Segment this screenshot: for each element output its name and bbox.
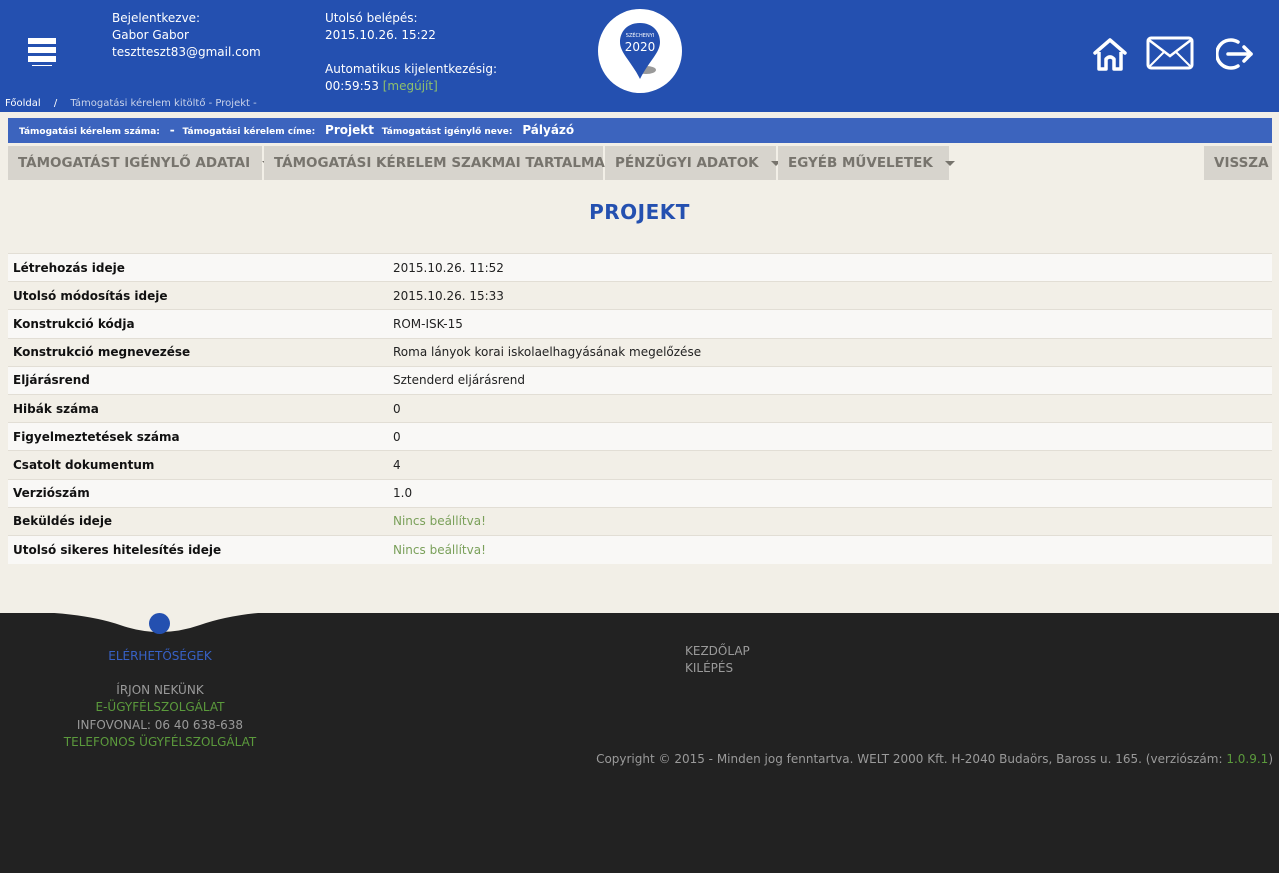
auto-logout-timer: 00:59:53 bbox=[325, 79, 379, 93]
row-value: Nincs beállítva! bbox=[388, 534, 1272, 564]
row-value: ROM-ISK-15 bbox=[388, 309, 1272, 339]
footer-logout-link[interactable]: KILÉPÉS bbox=[685, 660, 733, 677]
applicant-name-value: Pályázó bbox=[522, 123, 575, 137]
auto-logout-label: Automatikus kijelentkezésig: bbox=[325, 62, 498, 76]
logged-in-label: Bejelentkezve: bbox=[112, 11, 201, 25]
table-row: Konstrukció megnevezése Roma lányok korai… bbox=[8, 337, 1272, 367]
write-us-link[interactable]: ÍRJON NEKÜNK bbox=[0, 682, 320, 699]
row-key: Figyelmeztetések száma bbox=[8, 422, 388, 451]
logout-icon[interactable] bbox=[1215, 36, 1256, 76]
table-row: Hibák száma 0 bbox=[8, 393, 1272, 423]
table-row: Figyelmeztetések száma 0 bbox=[8, 422, 1272, 451]
row-value: 0 bbox=[388, 422, 1272, 451]
row-value: 4 bbox=[388, 450, 1272, 479]
row-value: 2015.10.26. 15:33 bbox=[388, 281, 1272, 310]
e-service-link[interactable]: E-ÜGYFÉLSZOLGÁLAT bbox=[0, 699, 320, 716]
auto-logout-info: Automatikus kijelentkezésig: 00:59:53 [m… bbox=[325, 61, 497, 95]
application-number-label: Támogatási kérelem száma: bbox=[19, 127, 160, 137]
top-header: Bejelentkezve: Gabor Gabor tesztteszt83@… bbox=[0, 0, 1279, 95]
table-row: Utolsó sikeres hitelesítés ideje Nincs be… bbox=[8, 534, 1272, 564]
footer-home-link[interactable]: KEZDŐLAP bbox=[685, 643, 750, 660]
renew-session-link[interactable]: [megújít] bbox=[383, 79, 438, 93]
copyright-end: ) bbox=[1268, 752, 1273, 766]
breadcrumb-home-link[interactable]: Főoldal bbox=[5, 98, 41, 109]
home-icon[interactable] bbox=[1092, 36, 1128, 76]
phone-service-link[interactable]: TELEFONOS ÜGYFÉLSZOLGÁLAT bbox=[0, 734, 320, 751]
user-name: Gabor Gabor bbox=[112, 28, 189, 42]
application-number-value: - bbox=[169, 123, 175, 137]
row-key: Konstrukció megnevezése bbox=[8, 337, 388, 367]
row-value: 2015.10.26. 11:52 bbox=[388, 252, 1272, 282]
table-row: Csatolt dokumentum 4 bbox=[8, 450, 1272, 479]
row-key: Utolsó módosítás ideje bbox=[8, 281, 388, 310]
table-row: Konstrukció kódja ROM-ISK-15 bbox=[8, 309, 1272, 339]
infoline-text: INFOVONAL: 06 40 638-638 bbox=[76, 718, 244, 732]
table-row: Verziószám 1.0 bbox=[8, 478, 1272, 508]
menu-item-label: Támogatást igénylő adatai bbox=[18, 155, 251, 171]
row-key: Konstrukció kódja bbox=[8, 309, 388, 339]
page-footer: ELÉRHETŐSÉGEK ÍRJON NEKÜNK E-ÜGYFÉLSZOLG… bbox=[0, 611, 1279, 873]
table-row: Eljárásrend Sztenderd eljárásrend bbox=[8, 365, 1272, 395]
last-login-info: Utolsó belépés: 2015.10.26. 15:22 bbox=[325, 10, 436, 44]
logged-in-info: Bejelentkezve: Gabor Gabor tesztteszt83@… bbox=[112, 10, 261, 61]
menu-financial-data[interactable]: Pénzügyi adatok bbox=[605, 146, 781, 180]
last-login-label: Utolsó belépés: bbox=[325, 11, 418, 25]
menu-item-label: Pénzügyi adatok bbox=[615, 155, 759, 171]
menu-item-label: Egyéb műveletek bbox=[788, 155, 933, 171]
menu-applicant-data[interactable]: Támogatást igénylő adatai bbox=[8, 146, 273, 180]
menu-other-actions[interactable]: Egyéb műveletek bbox=[778, 146, 955, 180]
menu-professional-content[interactable]: Támogatási kérelem szakmai tartalma bbox=[264, 146, 627, 180]
logo-year-text: 2020 bbox=[625, 40, 656, 54]
version-number: 1.0.9.1 bbox=[1226, 752, 1269, 766]
footer-dot-icon bbox=[149, 613, 170, 634]
row-value: Sztenderd eljárásrend bbox=[388, 365, 1272, 395]
row-value: 1.0 bbox=[388, 478, 1272, 508]
row-key: Utolsó sikeres hitelesítés ideje bbox=[8, 534, 388, 564]
szechenyi-2020-logo: SZÉCHENYI 2020 bbox=[598, 9, 682, 93]
logo-top-text: SZÉCHENYI bbox=[626, 31, 654, 39]
row-key: Beküldés ideje bbox=[8, 506, 388, 536]
row-key: Verziószám bbox=[8, 478, 388, 508]
row-key: Hibák száma bbox=[8, 393, 388, 423]
breadcrumb-current: Támogatási kérelem kitöltő - Projekt - bbox=[70, 98, 257, 109]
table-row: Beküldés ideje Nincs beállítva! bbox=[8, 506, 1272, 536]
copyright-main: Copyright © 2015 - Minden jog fenntartva… bbox=[596, 752, 1227, 766]
main-menu-bar: Támogatást igénylő adatai Támogatási kér… bbox=[8, 146, 1272, 180]
user-email: tesztteszt83@gmail.com bbox=[112, 45, 261, 59]
row-key: Csatolt dokumentum bbox=[8, 450, 388, 479]
logo-pin-icon: SZÉCHENYI 2020 bbox=[620, 23, 660, 79]
table-row: Létrehozás ideje 2015.10.26. 11:52 bbox=[8, 252, 1272, 282]
row-value: Roma lányok korai iskolaelhagyásának meg… bbox=[388, 337, 1272, 367]
chevron-down-icon bbox=[944, 160, 955, 166]
last-login-value: 2015.10.26. 15:22 bbox=[325, 28, 436, 42]
breadcrumb: Főoldal / Támogatási kérelem kitöltő - P… bbox=[0, 95, 1279, 112]
row-key: Eljárásrend bbox=[8, 365, 388, 395]
table-row: Utolsó módosítás ideje 2015.10.26. 15:33 bbox=[8, 281, 1272, 310]
application-info-bar: Támogatási kérelem száma: - Támogatási k… bbox=[8, 118, 1272, 143]
breadcrumb-separator: / bbox=[53, 98, 58, 109]
row-value: 0 bbox=[388, 393, 1272, 423]
contacts-title[interactable]: ELÉRHETŐSÉGEK bbox=[0, 648, 320, 665]
menu-item-label: Támogatási kérelem szakmai tartalma bbox=[274, 155, 605, 171]
application-title-label: Támogatási kérelem címe: bbox=[182, 127, 316, 137]
menu-icon[interactable] bbox=[28, 38, 56, 70]
row-key: Létrehozás ideje bbox=[8, 252, 388, 282]
back-button[interactable]: Vissza bbox=[1204, 146, 1272, 180]
copyright-text: Copyright © 2015 - Minden jog fenntartva… bbox=[596, 751, 1273, 768]
project-details-table: Létrehozás ideje 2015.10.26. 11:52 Utolsó… bbox=[8, 252, 1272, 564]
mail-icon[interactable] bbox=[1146, 36, 1194, 74]
applicant-name-label: Támogatást igénylő neve: bbox=[381, 127, 513, 137]
page-title: PROJEKT bbox=[589, 200, 690, 224]
row-value: Nincs beállítva! bbox=[388, 506, 1272, 536]
application-title-value: Projekt bbox=[325, 123, 374, 137]
